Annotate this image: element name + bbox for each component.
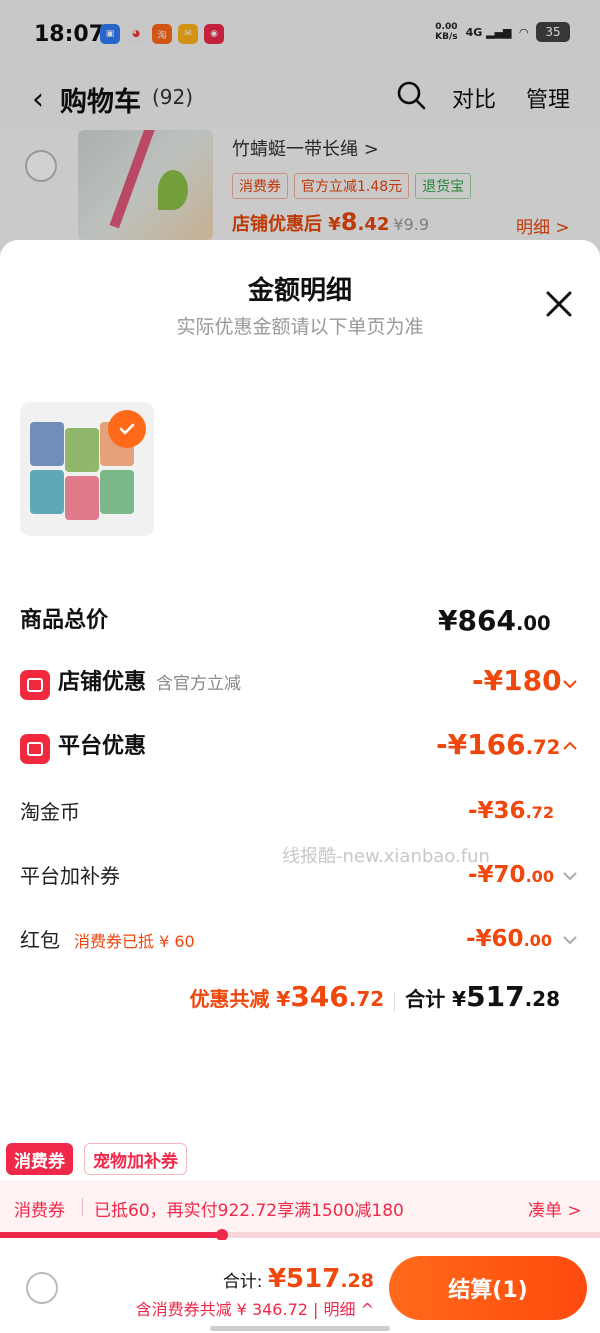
checkout-button[interactable]: 结算(1) [389,1256,587,1320]
platform-discount-value: -¥166.72 [436,728,561,761]
coupon-progress [0,1229,600,1241]
taojinbi-label: 淘金币 [20,800,80,824]
row-hongbao[interactable]: 红包 消费券已抵 ¥ 60 -¥60.00 [20,924,580,954]
platform-icon [20,733,50,764]
coupon-tabs: 消费券 宠物加补券 [0,1138,600,1180]
selected-check-icon [108,410,146,448]
store-discount-note: 含官方立减 [156,674,242,694]
hongbao-value: -¥60.00 [466,926,553,952]
chevron-down-icon[interactable] [562,676,578,692]
hongbao-note: 消费券已抵 ¥ 60 [74,932,195,951]
total-price-value: ¥864.00 [438,604,551,637]
total-price-label: 商品总价 [20,608,109,633]
store-icon [20,669,50,700]
select-all-radio[interactable] [26,1272,58,1304]
discount-summary: 优惠共减 ¥346.72 合计 ¥517.28 [0,980,560,1013]
row-store-discount[interactable]: 店铺优惠 含官方立减 -¥180 [20,664,580,704]
overlay-dim[interactable] [0,0,600,260]
chevron-down-icon[interactable] [562,868,578,884]
checkout-bar: 合计: ¥517.28 含消费券共减 ¥ 346.72 | 明细 ^ 结算(1) [0,1240,600,1333]
row-total-price: 商品总价 ¥864.00 [20,602,580,637]
row-taojinbi: 淘金币 -¥36.72 [20,796,580,826]
add-more-link[interactable]: 凑单 > [528,1196,582,1221]
chevron-down-icon[interactable] [562,932,578,948]
sheet-title: 金额明细 [247,276,352,306]
subsidy-value: -¥70.00 [468,862,555,888]
close-icon[interactable] [543,288,575,320]
bottom-savings-detail[interactable]: 含消费券共减 ¥ 346.72 | 明细 ^ [136,1296,374,1320]
total-savings: 优惠共减 ¥346.72 [189,980,385,1013]
store-discount-value: -¥180 [472,664,562,697]
coupon-bar-message: 已抵60，再实付922.72享满1500减180 [94,1201,404,1221]
row-platform-subsidy[interactable]: 平台加补券 -¥70.00 [20,860,580,890]
tab-pet-coupon[interactable]: 宠物加补券 [84,1143,187,1175]
platform-discount-label: 平台优惠 [58,734,147,759]
coupon-bar-label: 消费券 [14,1201,65,1221]
bottom-total: 合计: ¥517.28 [222,1264,374,1294]
hongbao-label: 红包 [20,928,60,952]
chevron-up-icon[interactable] [562,738,578,754]
sheet-subtitle: 实际优惠金额请以下单页为准 [176,316,424,338]
home-indicator [210,1326,390,1331]
row-platform-discount[interactable]: 平台优惠 -¥166.72 [20,728,580,768]
store-discount-label: 店铺优惠 [58,670,147,695]
tab-consumer-coupon[interactable]: 消费券 [6,1143,73,1175]
grand-total: 合计 ¥517.28 [405,980,560,1013]
taojinbi-value: -¥36.72 [468,798,555,824]
coupon-bar[interactable]: 消费券 已抵60，再实付922.72享满1500减180 凑单 > [0,1180,600,1232]
subsidy-label: 平台加补券 [20,864,120,888]
